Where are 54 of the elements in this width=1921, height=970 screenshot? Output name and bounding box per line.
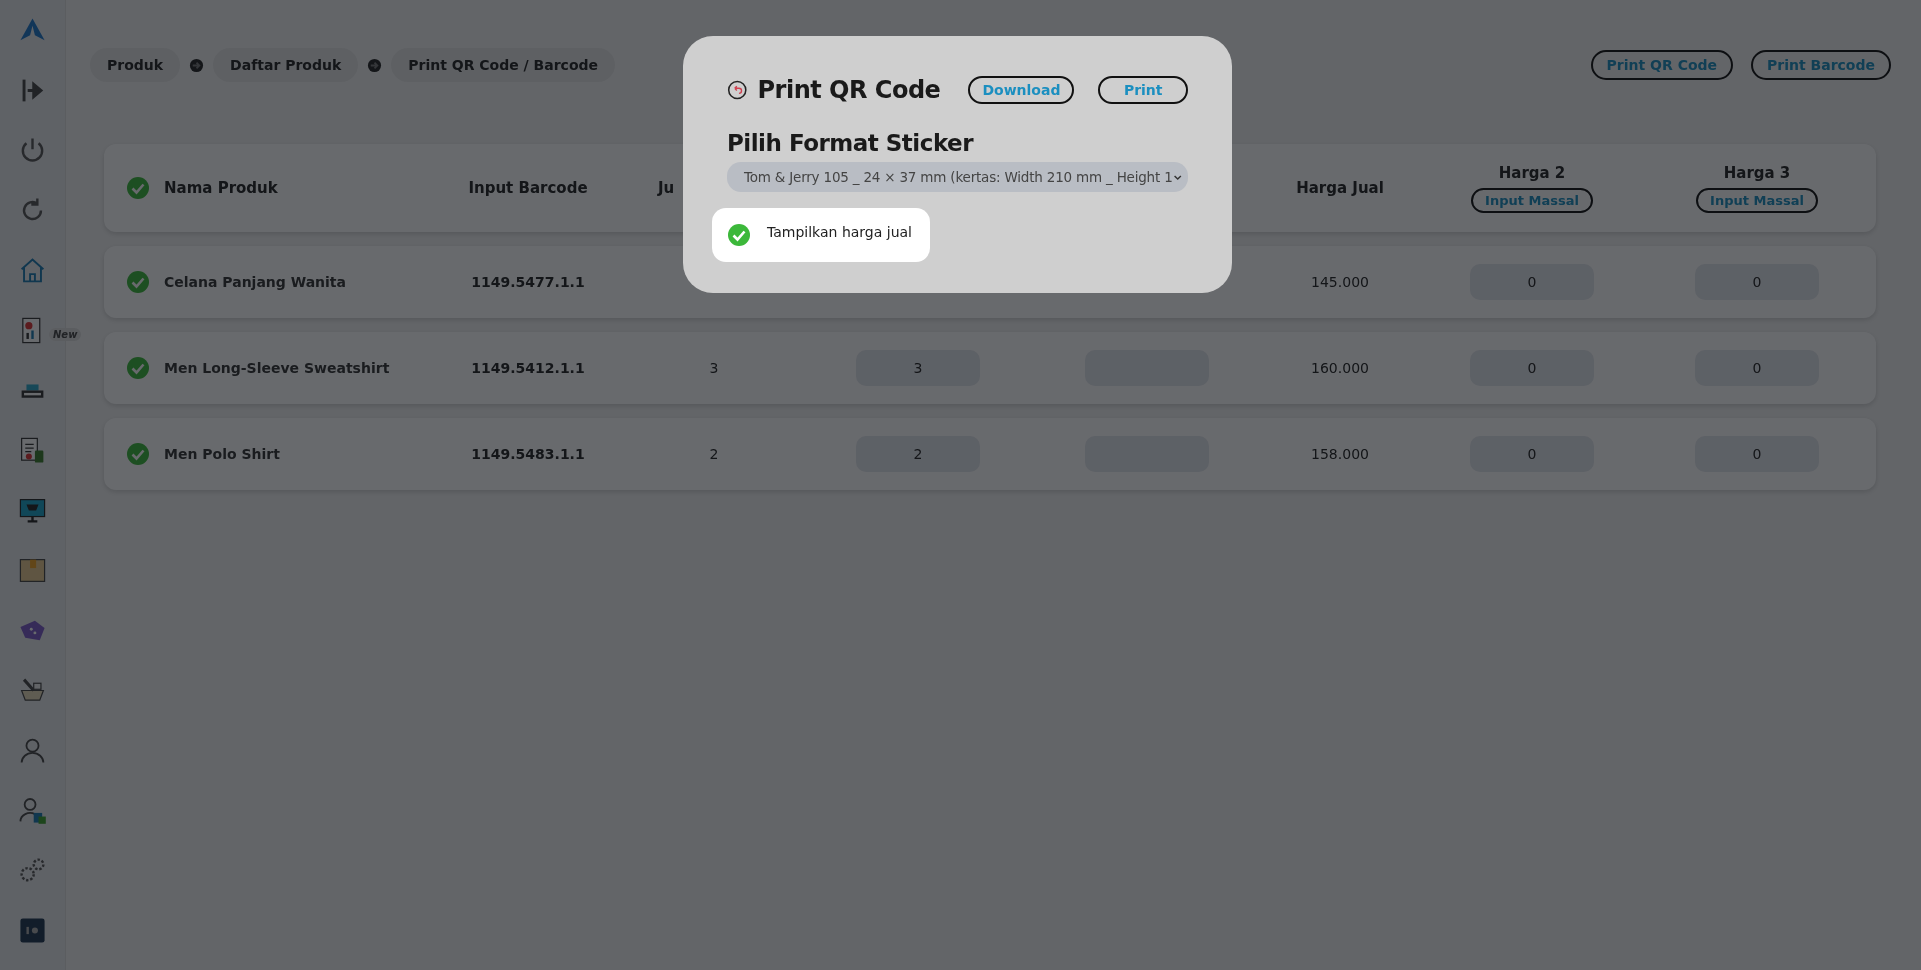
section-title: Pilih Format Sticker — [727, 130, 975, 156]
safe-icon[interactable] — [18, 916, 47, 945]
price-text: 145.000 — [1311, 274, 1369, 290]
check-icon[interactable] — [126, 176, 150, 200]
print-action-button[interactable]: Print QR Code — [1590, 50, 1734, 80]
column-header: Harga Jual — [1296, 179, 1384, 197]
column-header: Nama Produk — [164, 179, 278, 197]
home-icon[interactable] — [18, 256, 47, 285]
input-massal-button[interactable]: Input Massal — [1471, 187, 1593, 213]
dialog-action-button[interactable]: Print — [1098, 76, 1188, 104]
check-icon[interactable] — [126, 270, 150, 294]
price-input-field[interactable]: 0 — [1470, 264, 1594, 300]
print-action-button[interactable]: Print Barcode — [1751, 50, 1891, 80]
check-icon[interactable] — [126, 356, 150, 380]
monitor-cart-icon[interactable] — [18, 496, 47, 525]
price-input-field[interactable]: 0 — [1695, 264, 1819, 300]
quantity-text: 3 — [709, 360, 719, 376]
column-header: Ju — [658, 179, 675, 197]
price-input-field[interactable]: 0 — [1695, 436, 1819, 472]
price-text: 158.000 — [1311, 446, 1369, 462]
quantity-text: 2 — [709, 446, 719, 462]
arrow-right-icon — [189, 57, 205, 73]
input-massal-button[interactable]: Input Massal — [1696, 187, 1818, 213]
back-icon[interactable] — [727, 78, 748, 102]
column-header: Harga 2 — [1498, 163, 1566, 182]
product-name: Men Polo Shirt — [164, 446, 280, 462]
user-icon[interactable] — [18, 736, 47, 765]
price-text: 160.000 — [1311, 360, 1369, 376]
dialog-title: Print QR Code — [757, 76, 941, 104]
price-input-field[interactable]: 0 — [1470, 350, 1594, 386]
check-icon[interactable] — [126, 442, 150, 466]
barcode-text: 1149.5483.1.1 — [471, 446, 585, 462]
product-name: Celana Panjang Wanita — [164, 274, 346, 290]
dialog-action-button[interactable]: Download — [968, 76, 1075, 104]
breadcrumb-item[interactable]: Print QR Code / Barcode — [391, 48, 616, 82]
arrow-right-icon — [367, 57, 383, 73]
input-field[interactable]: 2 — [856, 436, 980, 472]
user-lock-icon[interactable] — [18, 796, 47, 825]
column-header: Input Barcode — [468, 179, 588, 197]
format-select[interactable]: Tom & Jerry 105 _ 24 × 37 mm (kertas: Width 210 mm _ Height 1 — [727, 162, 1188, 192]
price-input-field[interactable]: 0 — [1470, 436, 1594, 472]
breadcrumb-item[interactable]: Produk — [90, 48, 181, 82]
new-badge: New — [49, 328, 82, 341]
barcode-text: 1149.5477.1.1 — [471, 274, 585, 290]
product-name: Men Long-Sleeve Sweatshirt — [164, 360, 390, 376]
breadcrumb-item[interactable]: Daftar Produk — [213, 48, 359, 82]
show-price-option[interactable]: Tampilkan harga jual — [712, 208, 930, 262]
price-input-field[interactable]: 0 — [1695, 350, 1819, 386]
check-icon[interactable] — [727, 223, 751, 247]
column-header: Harga 3 — [1723, 163, 1791, 182]
box-icon[interactable] — [18, 556, 47, 585]
barcode-text: 1149.5412.1.1 — [471, 360, 585, 376]
input-field[interactable]: 3 — [856, 350, 980, 386]
option-label: Tampilkan harga jual — [767, 224, 912, 240]
